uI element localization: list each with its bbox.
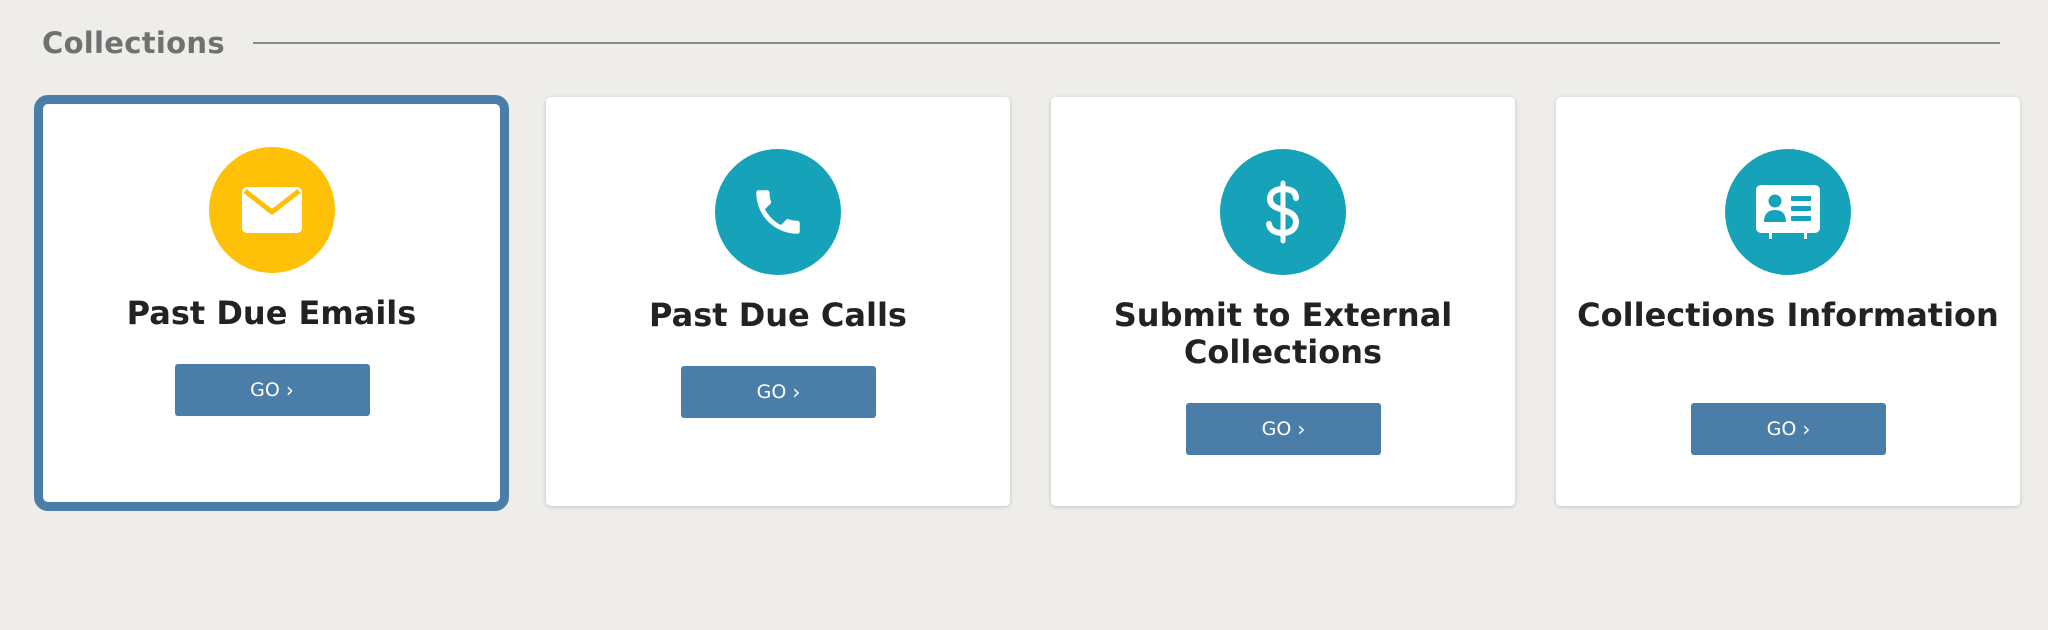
card-submit-external-collections[interactable]: Submit to External Collections GO ›	[1051, 97, 1515, 506]
chevron-right-icon: ›	[285, 378, 294, 402]
go-button-submit-external-collections[interactable]: GO ›	[1186, 403, 1381, 455]
go-button-label: GO	[756, 381, 787, 403]
chevron-right-icon: ›	[792, 380, 801, 404]
card-past-due-calls[interactable]: Past Due Calls GO ›	[546, 97, 1010, 506]
section-title: Collections	[42, 26, 225, 60]
card-title: Past Due Calls	[649, 296, 907, 334]
chevron-right-icon: ›	[1297, 417, 1306, 441]
go-button-label: GO	[250, 379, 280, 401]
card-past-due-emails[interactable]: Past Due Emails GO ›	[34, 95, 509, 511]
phone-icon	[715, 149, 841, 275]
section-header: Collections	[42, 22, 2000, 64]
go-button-label: GO	[1766, 418, 1797, 440]
collections-page: Collections Past Due Emails GO › Past Du…	[0, 0, 2048, 630]
card-title: Past Due Emails	[126, 294, 417, 332]
go-button-past-due-calls[interactable]: GO ›	[681, 366, 876, 418]
card-title: Collections Information	[1577, 296, 1999, 334]
envelope-icon	[208, 147, 335, 273]
go-button-collections-information[interactable]: GO ›	[1691, 403, 1886, 455]
card-collections-information[interactable]: Collections Information GO ›	[1556, 97, 2020, 506]
section-divider	[252, 42, 2000, 44]
card-title: Submit to External Collections	[1113, 296, 1453, 371]
go-button-label: GO	[1261, 418, 1292, 440]
id-card-icon	[1725, 149, 1851, 275]
dollar-icon	[1220, 149, 1346, 275]
go-button-past-due-emails[interactable]: GO ›	[174, 364, 370, 416]
chevron-right-icon: ›	[1802, 417, 1811, 441]
